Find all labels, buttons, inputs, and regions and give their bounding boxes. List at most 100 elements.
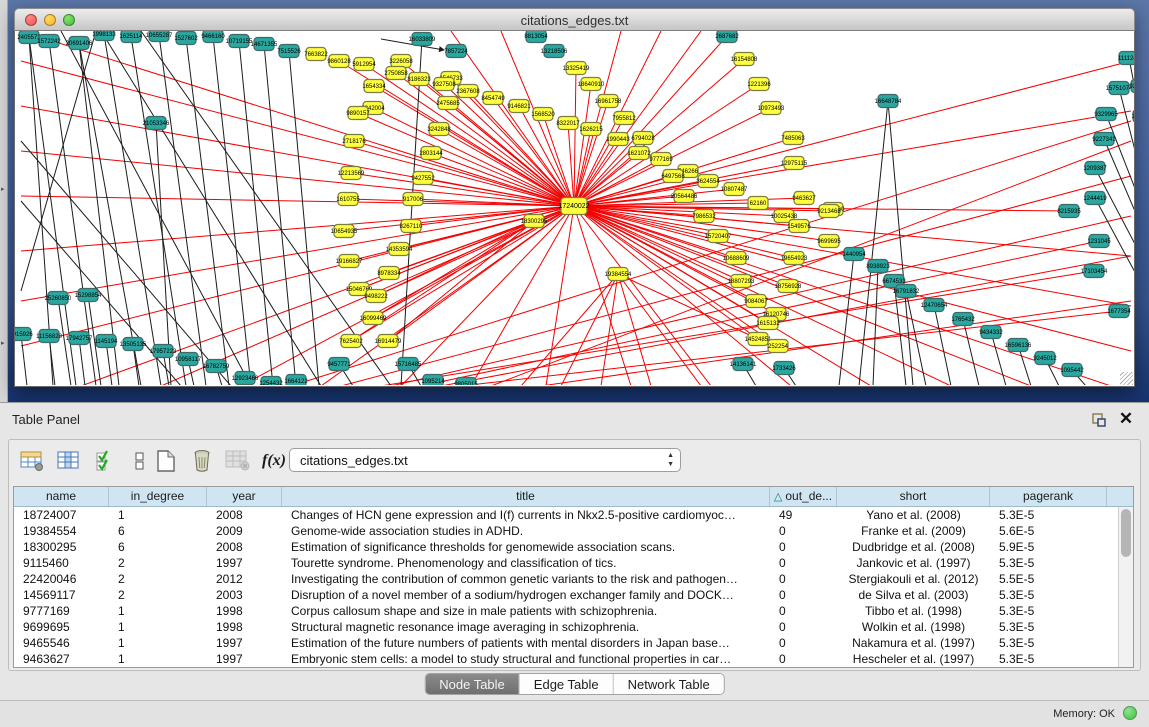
- graph-node[interactable]: 14136141: [730, 358, 757, 371]
- graph-edge[interactable]: [239, 41, 273, 385]
- graph-node[interactable]: 9777169: [649, 153, 673, 166]
- graph-node[interactable]: 12470654: [921, 299, 948, 312]
- column-header-pagerank[interactable]: pagerank: [990, 487, 1107, 506]
- graph-node[interactable]: 9227341: [1092, 133, 1116, 146]
- citation-network-graph[interactable]: 2405572157224220691406199813316251141065…: [15, 31, 1134, 385]
- table-row[interactable]: 911546021997Tourette syndrome. Phenomeno…: [14, 555, 1117, 571]
- graph-node[interactable]: 9084067: [744, 295, 768, 308]
- graph-edge[interactable]: [21, 206, 574, 346]
- graph-node[interactable]: 9457771: [327, 358, 351, 371]
- graph-node[interactable]: 1440954: [842, 248, 866, 261]
- graph-node[interactable]: 9463627: [792, 192, 816, 205]
- graph-node[interactable]: 1221396: [747, 78, 771, 91]
- graph-node[interactable]: 1626215: [579, 123, 603, 136]
- table-row[interactable]: 946554611997Estimation of the future num…: [14, 635, 1117, 651]
- graph-node[interactable]: 13218506: [541, 45, 568, 58]
- graph-node[interactable]: 18807293: [728, 275, 755, 288]
- graph-node[interactable]: 11156828: [36, 330, 62, 343]
- graph-node[interactable]: 9427552: [411, 172, 435, 185]
- graph-node[interactable]: 9699695: [817, 235, 841, 248]
- graph-node[interactable]: 9245012: [1033, 352, 1057, 365]
- graph-edge[interactable]: [574, 206, 631, 385]
- graph-edge[interactable]: [618, 274, 701, 385]
- graph-node[interactable]: 3226058: [389, 55, 413, 68]
- graph-edge[interactable]: [574, 84, 591, 206]
- graph-node[interactable]: 17240022: [558, 198, 589, 215]
- graph-node[interactable]: 18640910: [578, 78, 605, 91]
- tab-node-table[interactable]: Node Table: [425, 674, 520, 694]
- scrollbar-thumb[interactable]: [1121, 509, 1131, 557]
- table-scrollbar[interactable]: [1118, 507, 1133, 667]
- graph-node[interactable]: 8322017: [556, 117, 580, 130]
- graph-node[interactable]: 20691406: [66, 37, 93, 50]
- graph-edge[interactable]: [839, 254, 854, 385]
- graph-edge[interactable]: [991, 332, 1006, 385]
- graph-node[interactable]: 16099469: [360, 312, 387, 325]
- graph-node[interactable]: 12923466: [232, 372, 259, 385]
- graph-node[interactable]: 9146821: [507, 100, 531, 113]
- graph-node[interactable]: 8978334: [377, 267, 401, 280]
- graph-node[interactable]: 13505135: [120, 338, 147, 351]
- graph-node[interactable]: 1673345: [1131, 110, 1134, 123]
- graph-node[interactable]: 1677354: [1107, 305, 1131, 318]
- float-panel-icon[interactable]: [1089, 411, 1107, 429]
- network-canvas[interactable]: 2405572157224220691406199813316251141065…: [14, 31, 1135, 387]
- graph-node[interactable]: 1664122: [284, 375, 308, 386]
- graph-node[interactable]: 16154808: [731, 53, 758, 66]
- graph-node[interactable]: 9890157: [346, 107, 370, 120]
- graph-node[interactable]: 1231045: [1087, 235, 1111, 248]
- graph-node[interactable]: 8267110: [400, 220, 424, 233]
- graph-node[interactable]: 7857224: [444, 45, 468, 58]
- graph-node[interactable]: 2367608: [456, 85, 480, 98]
- graph-node[interactable]: 5912954: [352, 58, 376, 71]
- graph-edge[interactable]: [213, 36, 251, 385]
- graph-node[interactable]: 8186323: [407, 73, 431, 86]
- graph-node[interactable]: 17103454: [1081, 265, 1108, 278]
- new-column-icon[interactable]: [151, 446, 181, 476]
- graph-node[interactable]: 1572242: [37, 35, 61, 48]
- graph-node[interactable]: 10973493: [758, 102, 785, 115]
- graph-edge[interactable]: [21, 334, 27, 385]
- splitter-collapse-icon[interactable]: ▸: [1, 186, 7, 194]
- show-columns-icon[interactable]: [54, 446, 84, 476]
- graph-node[interactable]: 6794028: [631, 132, 655, 145]
- graph-node[interactable]: 14671355: [251, 38, 278, 51]
- graph-node[interactable]: 1615132: [756, 317, 780, 330]
- graph-edge[interactable]: [354, 141, 574, 206]
- graph-node[interactable]: 1209387: [1083, 162, 1107, 175]
- graph-node[interactable]: 9498222: [364, 290, 388, 303]
- graph-edge[interactable]: [574, 68, 576, 206]
- graph-node[interactable]: 8215935: [1057, 205, 1081, 218]
- graph-node[interactable]: 10807487: [721, 183, 748, 196]
- graph-edge[interactable]: [1104, 139, 1134, 216]
- graph-edge[interactable]: [431, 153, 574, 206]
- graph-node[interactable]: 15298854: [75, 289, 102, 302]
- graph-edge[interactable]: [888, 101, 913, 385]
- graph-edge[interactable]: [131, 36, 186, 385]
- splitter-collapse-icon[interactable]: ▸: [1, 340, 7, 348]
- graph-node[interactable]: 16791832: [893, 285, 920, 298]
- graph-node[interactable]: 9466160: [201, 31, 225, 43]
- graph-edge[interactable]: [934, 305, 951, 385]
- graph-node[interactable]: 1765432: [951, 313, 975, 326]
- graph-node[interactable]: 18756928: [775, 280, 802, 293]
- graph-edge[interactable]: [289, 51, 319, 385]
- table-row[interactable]: 1830029562008Estimation of significance …: [14, 539, 1117, 555]
- graph-node[interactable]: 15716485: [395, 358, 422, 371]
- graph-node[interactable]: 1990443: [606, 133, 630, 146]
- graph-node[interactable]: 16596136: [1005, 339, 1032, 352]
- graph-node[interactable]: 1095214: [421, 375, 445, 386]
- graph-node[interactable]: 7955812: [612, 112, 636, 125]
- graph-node[interactable]: 10719155: [226, 35, 253, 48]
- graph-node[interactable]: 17942757: [66, 332, 93, 345]
- graph-node[interactable]: 1998133: [92, 31, 116, 41]
- graph-node[interactable]: 62160: [748, 197, 768, 210]
- graph-node[interactable]: 9213468: [817, 205, 841, 218]
- column-header-short[interactable]: short: [837, 487, 990, 506]
- graph-edge[interactable]: [21, 61, 574, 206]
- left-splitter[interactable]: ▸ ▸: [0, 0, 8, 402]
- graph-edge[interactable]: [471, 206, 574, 385]
- column-header-in_degree[interactable]: in_degree: [109, 487, 207, 506]
- graph-node[interactable]: 16033809: [409, 33, 436, 46]
- graph-node[interactable]: 3624554: [696, 175, 720, 188]
